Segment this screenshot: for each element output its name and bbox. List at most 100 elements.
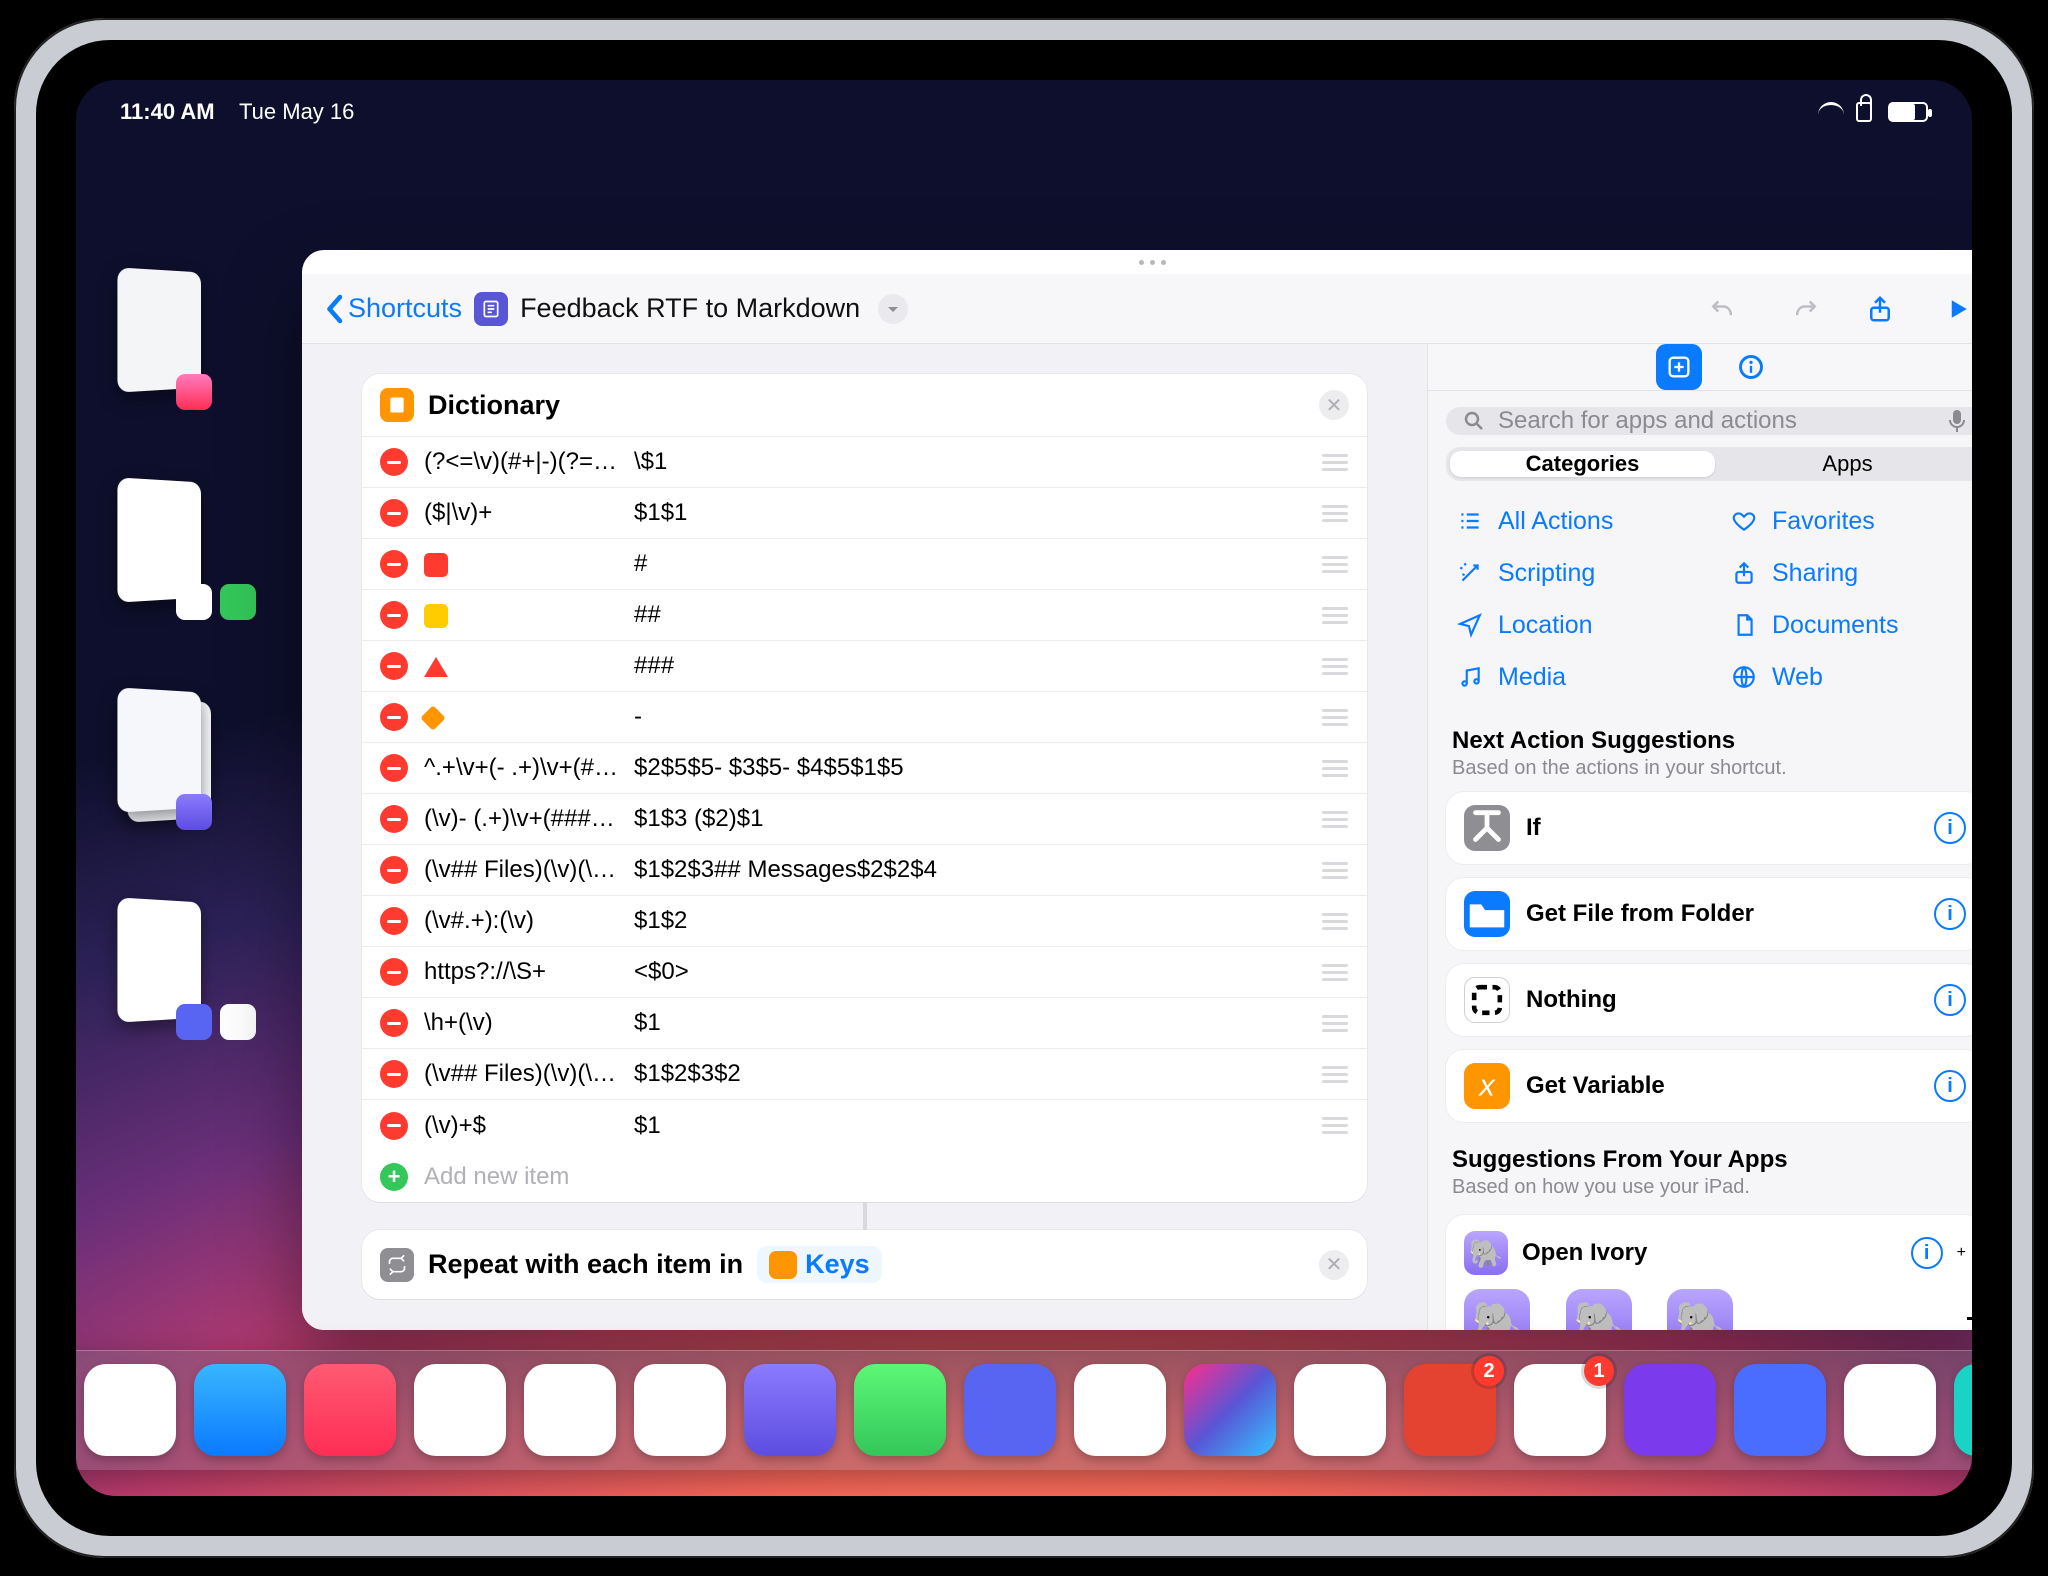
remove-row-button[interactable] bbox=[380, 601, 408, 629]
remove-row-button[interactable] bbox=[380, 907, 408, 935]
dictionary-value[interactable]: <$0> bbox=[618, 958, 1321, 986]
dictionary-key[interactable]: ^.+\v+(- .+)\v+(# … bbox=[408, 754, 618, 782]
dictionary-key[interactable] bbox=[408, 703, 618, 731]
dock-app-notion[interactable] bbox=[1294, 1364, 1386, 1456]
dictionary-row[interactable]: (\v)- (.+)\v+(###.…$1$3 ($2)$1 bbox=[362, 794, 1367, 845]
category-favorites[interactable]: Favorites bbox=[1730, 499, 1972, 543]
dictionary-value[interactable]: $1 bbox=[618, 1112, 1321, 1140]
dictionary-key[interactable]: (\v)- (.+)\v+(###.… bbox=[408, 805, 618, 833]
dictionary-key[interactable]: (\v## Files)(\v)(\X… bbox=[408, 1060, 618, 1088]
remove-row-button[interactable] bbox=[380, 703, 408, 731]
suggestion-item[interactable]: Nothingi bbox=[1446, 964, 1972, 1036]
dictionary-row[interactable]: \h+(\v)$1 bbox=[362, 998, 1367, 1049]
reorder-handle[interactable] bbox=[1321, 964, 1349, 981]
redo-button[interactable] bbox=[1784, 287, 1828, 331]
dictionary-value[interactable]: \$1 bbox=[618, 448, 1321, 476]
dock-app-photos[interactable] bbox=[524, 1364, 616, 1456]
reorder-handle[interactable] bbox=[1321, 1117, 1349, 1134]
remove-row-button[interactable] bbox=[380, 550, 408, 578]
details-button[interactable] bbox=[1728, 344, 1774, 390]
resize-handle[interactable] bbox=[1966, 1294, 1972, 1320]
dock-app-things[interactable]: 1 bbox=[1514, 1364, 1606, 1456]
info-button[interactable]: i bbox=[1934, 1070, 1966, 1102]
add-suggestion-button[interactable]: + bbox=[1957, 1244, 1966, 1262]
seg-categories[interactable]: Categories bbox=[1450, 451, 1715, 477]
remove-row-button[interactable] bbox=[380, 499, 408, 527]
remove-row-button[interactable] bbox=[380, 1009, 408, 1037]
dictionary-value[interactable]: ## bbox=[618, 601, 1321, 629]
reorder-handle[interactable] bbox=[1321, 454, 1349, 471]
dock-app-discord[interactable] bbox=[964, 1364, 1056, 1456]
dictionary-value[interactable]: $2$5$5- $3$5- $4$5$1$5 bbox=[618, 754, 1321, 782]
clear-action-button[interactable]: ✕ bbox=[1319, 1250, 1349, 1280]
dock-app-appstore[interactable] bbox=[194, 1364, 286, 1456]
reorder-handle[interactable] bbox=[1321, 760, 1349, 777]
dictionary-row[interactable]: ## bbox=[362, 590, 1367, 641]
window-grabber[interactable] bbox=[302, 250, 1972, 274]
dock-app-clock[interactable] bbox=[1844, 1364, 1936, 1456]
dictionary-value[interactable]: $1$1 bbox=[618, 499, 1321, 527]
dictionary-row[interactable]: (\v#.+):(\v)$1$2 bbox=[362, 896, 1367, 947]
dock-app-mastodon[interactable] bbox=[744, 1364, 836, 1456]
dictionary-key[interactable] bbox=[408, 601, 618, 629]
dictionary-value[interactable]: - bbox=[618, 703, 1321, 731]
remove-row-button[interactable] bbox=[380, 448, 408, 476]
remove-row-button[interactable] bbox=[380, 805, 408, 833]
ivory-tile[interactable]: 🐘Mentions bbox=[1558, 1289, 1639, 1330]
dictionary-row[interactable]: https?://\S+<$0> bbox=[362, 947, 1367, 998]
seg-apps[interactable]: Apps bbox=[1715, 451, 1972, 477]
remove-row-button[interactable] bbox=[380, 1112, 408, 1140]
reorder-handle[interactable] bbox=[1321, 811, 1349, 828]
reorder-handle[interactable] bbox=[1321, 1066, 1349, 1083]
dictionary-row[interactable]: ### bbox=[362, 641, 1367, 692]
reorder-handle[interactable] bbox=[1321, 709, 1349, 726]
dictionary-row[interactable]: (\v## Files)(\v)(\X…$1$2$3## Messages$2$… bbox=[362, 845, 1367, 896]
info-button[interactable]: i bbox=[1934, 984, 1966, 1016]
category-web[interactable]: Web bbox=[1730, 655, 1972, 699]
category-all-actions[interactable]: All Actions bbox=[1456, 499, 1700, 543]
remove-row-button[interactable] bbox=[380, 1060, 408, 1088]
undo-button[interactable] bbox=[1700, 287, 1744, 331]
suggestion-item[interactable]: xGet Variablei bbox=[1446, 1050, 1972, 1122]
dictionary-value[interactable]: $1$2$3$2 bbox=[618, 1060, 1321, 1088]
ivory-tile[interactable]: 🐘Home bbox=[1464, 1289, 1530, 1330]
dictionary-row[interactable]: (?<=\v)(#+|-)(?=\h)\$1 bbox=[362, 437, 1367, 488]
dictionary-key[interactable] bbox=[408, 652, 618, 680]
dictionary-row[interactable]: (\v## Files)(\v)(\X…$1$2$3$2 bbox=[362, 1049, 1367, 1100]
stage-pile[interactable] bbox=[116, 270, 226, 420]
info-button[interactable]: i bbox=[1934, 898, 1966, 930]
info-button[interactable]: i bbox=[1934, 812, 1966, 844]
dictionary-key[interactable]: https?://\S+ bbox=[408, 958, 618, 986]
dictionary-key[interactable]: \h+(\v) bbox=[408, 1009, 618, 1037]
dock-app-flame[interactable] bbox=[634, 1364, 726, 1456]
dock-app-teal[interactable] bbox=[1954, 1364, 1972, 1456]
editor-canvas[interactable]: Dictionary ✕ (?<=\v)(#+|-)(?=\h)\$1($|\v… bbox=[302, 344, 1427, 1330]
remove-row-button[interactable] bbox=[380, 652, 408, 680]
run-button[interactable] bbox=[1936, 287, 1972, 331]
shortcut-color-icon[interactable] bbox=[474, 292, 508, 326]
dictionary-value[interactable]: ### bbox=[618, 652, 1321, 680]
dictionary-key[interactable]: ($|\v)+ bbox=[408, 499, 618, 527]
info-button[interactable]: i bbox=[1911, 1237, 1943, 1269]
category-location[interactable]: Location bbox=[1456, 603, 1700, 647]
reorder-handle[interactable] bbox=[1321, 505, 1349, 522]
suggestion-item[interactable]: Get File from Folderi bbox=[1446, 878, 1972, 950]
clear-action-button[interactable]: ✕ bbox=[1319, 390, 1349, 420]
dock-app-safari[interactable] bbox=[84, 1364, 176, 1456]
repeat-variable-pill[interactable]: Keys bbox=[757, 1246, 882, 1283]
add-item-row[interactable]: Add new item bbox=[362, 1151, 1367, 1202]
reorder-handle[interactable] bbox=[1321, 913, 1349, 930]
category-sharing[interactable]: Sharing bbox=[1730, 551, 1972, 595]
dictionary-key[interactable]: (\v)+$ bbox=[408, 1112, 618, 1140]
dictionary-value[interactable]: $1$3 ($2)$1 bbox=[618, 805, 1321, 833]
remove-row-button[interactable] bbox=[380, 958, 408, 986]
reorder-handle[interactable] bbox=[1321, 862, 1349, 879]
dictation-icon[interactable] bbox=[1946, 408, 1968, 434]
stage-pile[interactable] bbox=[116, 690, 226, 840]
dictionary-key[interactable]: (\v#.+):(\v) bbox=[408, 907, 618, 935]
dictionary-value[interactable]: $1$2 bbox=[618, 907, 1321, 935]
dictionary-key[interactable]: (?<=\v)(#+|-)(?=\h) bbox=[408, 448, 618, 476]
share-button[interactable] bbox=[1858, 287, 1902, 331]
dictionary-key[interactable] bbox=[408, 550, 618, 578]
dictionary-row[interactable]: ^.+\v+(- .+)\v+(# …$2$5$5- $3$5- $4$5$1$… bbox=[362, 743, 1367, 794]
